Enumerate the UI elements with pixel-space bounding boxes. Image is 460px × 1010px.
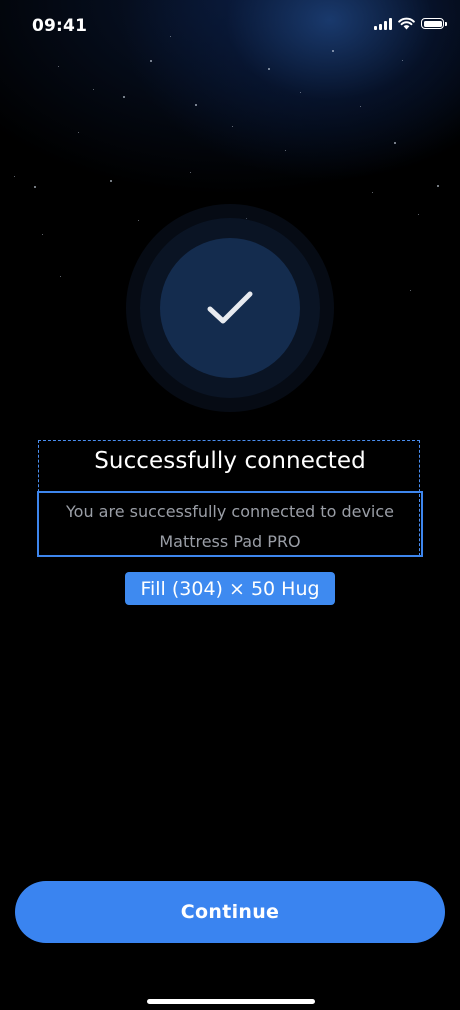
wifi-icon xyxy=(398,17,415,30)
description-line-2: Mattress Pad PRO xyxy=(159,532,301,551)
success-description: You are successfully connected to device… xyxy=(0,497,460,557)
description-line-1: You are successfully connected to device xyxy=(66,502,394,521)
success-badge xyxy=(160,238,300,378)
status-bar: 09:41 xyxy=(0,0,460,52)
battery-icon xyxy=(421,18,447,29)
checkmark-icon xyxy=(207,291,253,324)
size-dimension-tag: Fill (304) × 50 Hug xyxy=(125,572,335,605)
continue-button[interactable]: Continue xyxy=(15,881,445,943)
status-time: 09:41 xyxy=(32,16,88,36)
cellular-signal-icon xyxy=(374,17,392,30)
status-icons xyxy=(374,17,447,30)
success-title: Successfully connected xyxy=(94,448,366,474)
home-indicator[interactable] xyxy=(147,999,315,1004)
